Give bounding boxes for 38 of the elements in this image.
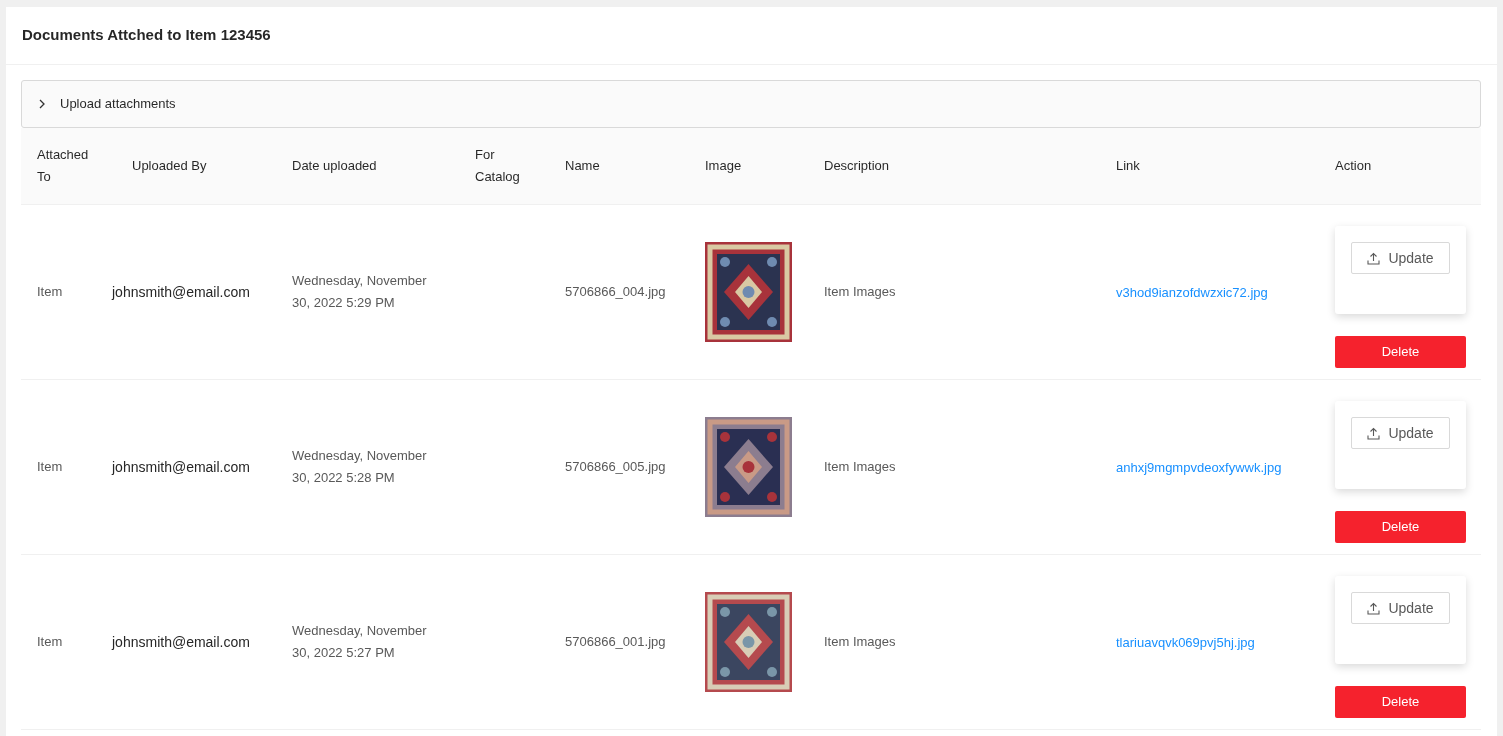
upload-icon <box>1367 426 1381 440</box>
table-cell-text: Wednesday, November 30, 2022 5:27 PM <box>292 622 428 662</box>
table-cell-text: johnsmith@email.com <box>112 633 251 652</box>
table-cell-text: Item <box>37 633 64 651</box>
table-cell-text: Wednesday, November 30, 2022 5:28 PM <box>292 447 428 487</box>
column-header: Attached To <box>37 146 90 186</box>
upload-icon <box>1367 251 1381 265</box>
file-link[interactable]: anhxj9mgmpvdeoxfywwk.jpg <box>1116 460 1282 475</box>
table-cell-text: Item <box>37 458 64 476</box>
file-link[interactable]: v3hod9ianzofdwzxic72.jpg <box>1116 285 1268 300</box>
column-header: Image <box>705 157 743 175</box>
table-cell-text: 5706866_004.jpg <box>565 283 667 301</box>
column-header: Description <box>824 157 891 175</box>
table-cell-text: 5706866_001.jpg <box>565 633 667 651</box>
update-button[interactable]: Update <box>1351 417 1450 449</box>
column-header: For Catalog <box>475 146 521 186</box>
table-cell-text: johnsmith@email.com <box>112 458 251 477</box>
page-title: Documents Attched to Item 123456 <box>22 25 271 46</box>
table-cell-text: Wednesday, November 30, 2022 5:29 PM <box>292 272 428 312</box>
upload-attachments-panel[interactable]: Upload attachments <box>21 80 1481 128</box>
upload-icon <box>1367 601 1381 615</box>
table-cell-text: Item <box>37 283 64 301</box>
delete-button[interactable]: Delete <box>1335 686 1466 718</box>
column-header: Date uploaded <box>292 157 378 175</box>
update-button[interactable]: Update <box>1351 592 1450 624</box>
table-cell-text: Item Images <box>824 283 897 301</box>
file-link[interactable]: tlariuavqvk069pvj5hj.jpg <box>1116 635 1255 650</box>
column-header: Action <box>1335 157 1373 175</box>
delete-button[interactable]: Delete <box>1335 511 1466 543</box>
column-header: Uploaded By <box>132 157 208 175</box>
table-cell-text: Item Images <box>824 633 897 651</box>
delete-button[interactable]: Delete <box>1335 336 1466 368</box>
column-header: Link <box>1116 157 1141 175</box>
update-button[interactable]: Update <box>1351 242 1450 274</box>
column-header: Name <box>565 157 601 175</box>
table-cell-text: johnsmith@email.com <box>112 283 251 302</box>
table-cell-text: 5706866_005.jpg <box>565 458 667 476</box>
table-cell-text: Item Images <box>824 458 897 476</box>
